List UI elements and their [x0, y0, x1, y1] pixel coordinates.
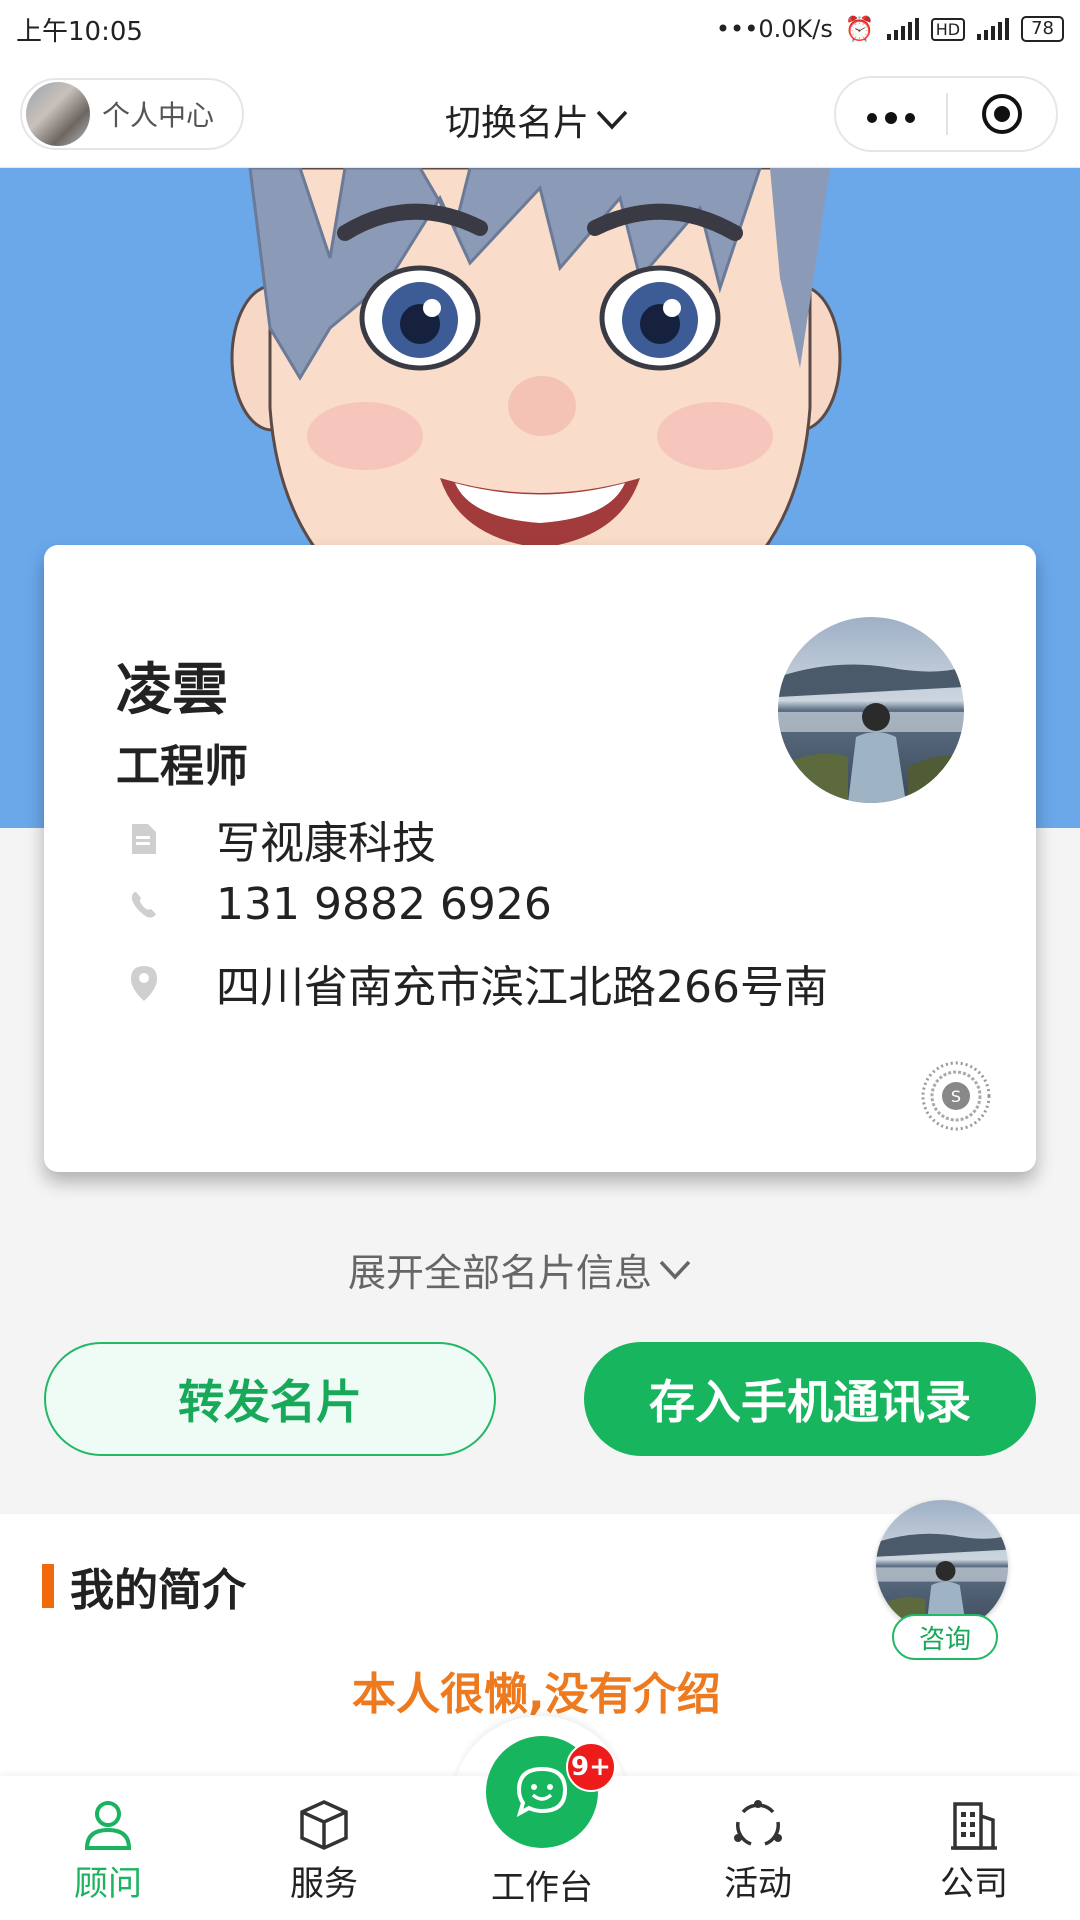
hd-icon: HD [930, 17, 966, 41]
tab-activity[interactable]: 活动 [688, 1798, 828, 1905]
address-row[interactable]: 四川省南充市滨江北路266号南 [116, 951, 828, 1015]
card-name: 凌雲 [116, 658, 228, 723]
personal-center-button[interactable]: 个人中心 [20, 78, 244, 150]
company-row: 写视康科技 [116, 807, 436, 871]
tab-service[interactable]: 服务 [254, 1798, 394, 1905]
business-card: 凌雲 工程师 写视康科技 131 9882 6926 四川省南充市滨江北路266… [44, 545, 1036, 1172]
tab-label: 活动 [724, 1864, 792, 1904]
chat-icon [516, 1766, 568, 1818]
avatar [26, 82, 90, 146]
person-icon [84, 1801, 132, 1850]
signal-4g-icon [977, 18, 1010, 40]
consult-avatar[interactable] [876, 1500, 1008, 1632]
nav-title: 切换名片 [445, 103, 590, 144]
profile-photo-image [778, 617, 964, 803]
status-time: 上午10:05 [16, 16, 143, 47]
card-job-title: 工程师 [116, 741, 248, 792]
miniprogram-capsule [834, 76, 1058, 152]
phone-row[interactable]: 131 9882 6926 [116, 879, 552, 930]
expand-label: 展开全部名片信息 [348, 1251, 653, 1295]
consult-photo-image [876, 1500, 1008, 1632]
tab-company[interactable]: 公司 [904, 1798, 1044, 1905]
qr-code-icon: S [921, 1061, 991, 1131]
alarm-icon: ⏰ [844, 15, 875, 43]
chevron-down-icon [596, 110, 628, 130]
nav-bar: 个人中心 切换名片 [0, 58, 1080, 168]
box-icon [300, 1800, 348, 1850]
building-icon [951, 1802, 997, 1850]
phone-number[interactable]: 131 9882 6926 [216, 879, 552, 930]
network-speed: •••0.0K/s [715, 15, 833, 43]
status-icons: •••0.0K/s ⏰ HD 78 [716, 15, 1064, 43]
expand-card-info-button[interactable]: 展开全部名片信息 [348, 1242, 692, 1297]
consult-button[interactable]: 咨询 [892, 1614, 998, 1660]
svg-text:S: S [951, 1087, 961, 1106]
intro-header: 我的简介 [42, 1554, 246, 1618]
mini-program-code[interactable]: S [920, 1060, 992, 1132]
tab-label: 服务 [290, 1864, 358, 1904]
save-contact-button[interactable]: 存入手机通讯录 [584, 1342, 1036, 1456]
notification-badge: 9+ [566, 1742, 616, 1792]
status-bar: 上午10:05 •••0.0K/s ⏰ HD 78 [0, 0, 1080, 58]
document-icon [132, 824, 156, 854]
tab-consultant[interactable]: 顾问 [38, 1798, 178, 1905]
section-marker [42, 1564, 54, 1608]
address-text: 四川省南充市滨江北路266号南 [216, 962, 828, 1013]
forward-card-button[interactable]: 转发名片 [44, 1342, 496, 1456]
company-name: 写视康科技 [216, 818, 436, 869]
more-dots-icon [867, 111, 915, 124]
tab-label: 公司 [940, 1864, 1008, 1904]
phone-icon [131, 891, 156, 918]
intro-text: 本人很懒,没有介绍 [352, 1669, 721, 1720]
battery-icon: 78 [1021, 16, 1064, 42]
personal-center-label: 个人中心 [102, 99, 215, 132]
chevron-down-icon [659, 1260, 691, 1280]
close-miniprogram-button[interactable] [948, 92, 1056, 136]
signal-3g-icon [886, 18, 919, 40]
more-button[interactable] [836, 97, 946, 132]
location-pin-icon [131, 966, 157, 1001]
switch-card-dropdown[interactable]: 切换名片 [445, 94, 629, 146]
card-photo[interactable] [778, 617, 964, 803]
target-icon [981, 94, 1022, 134]
activity-icon [734, 1800, 782, 1846]
tab-label-workbench[interactable]: 工作台 [486, 1860, 598, 1909]
intro-title: 我的简介 [70, 1565, 246, 1616]
tab-label: 顾问 [74, 1864, 142, 1904]
